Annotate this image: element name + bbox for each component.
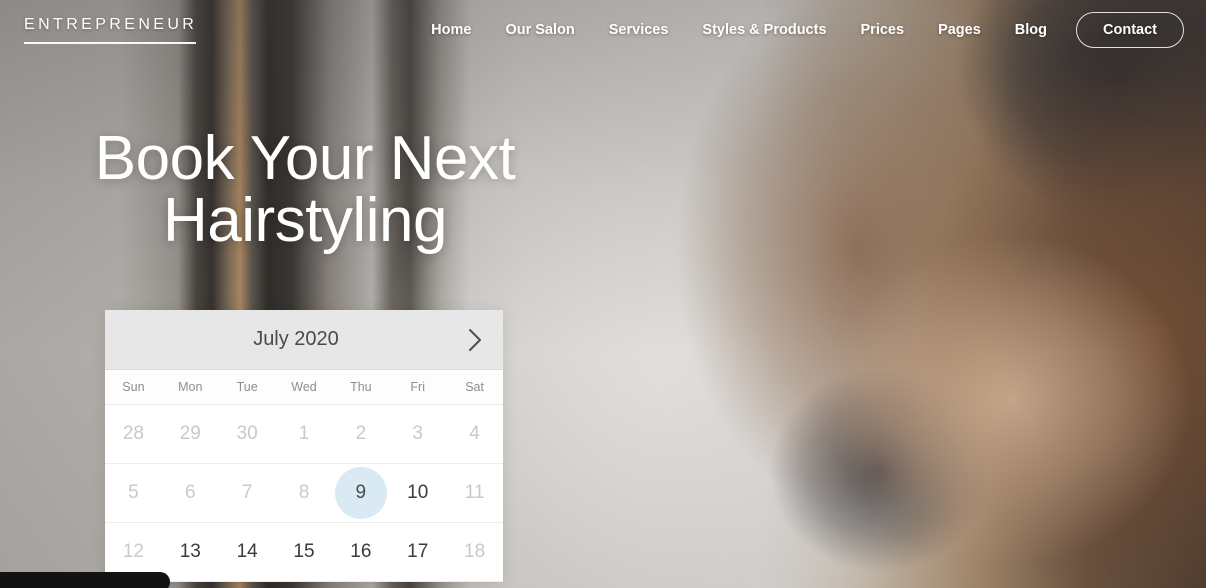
site-header: ENTREPRENEUR Home Our Salon Services Sty… xyxy=(0,0,1206,60)
calendar-day: 1 xyxy=(276,405,333,463)
calendar-day-number: 18 xyxy=(464,541,486,562)
calendar-day-number: 2 xyxy=(355,423,367,444)
calendar-day-number: 17 xyxy=(407,541,429,562)
calendar-day-number: 11 xyxy=(464,482,485,503)
calendar-day-number: 5 xyxy=(128,482,139,503)
calendar-month-label: July 2020 xyxy=(253,328,339,350)
nav-item-blog[interactable]: Blog xyxy=(998,16,1064,44)
calendar-day[interactable]: 15 xyxy=(276,523,333,581)
nav-item-styles-products[interactable]: Styles & Products xyxy=(685,16,843,44)
calendar-day[interactable]: 16 xyxy=(332,523,389,581)
calendar-day-number: 10 xyxy=(407,482,429,503)
calendar-day: 2 xyxy=(332,405,389,463)
main-navigation: Home Our Salon Services Styles & Product… xyxy=(414,12,1184,48)
calendar-day-number: 28 xyxy=(122,423,144,444)
hero-title-line-1: Book Your Next xyxy=(94,124,516,193)
weekday-tue: Tue xyxy=(236,380,258,394)
nav-item-services[interactable]: Services xyxy=(592,16,686,44)
calendar-day: 6 xyxy=(162,464,219,522)
brand-logo[interactable]: ENTREPRENEUR xyxy=(24,15,198,44)
nav-item-pages[interactable]: Pages xyxy=(921,16,998,44)
calendar-day[interactable]: 17 xyxy=(389,523,446,581)
calendar-day-selected[interactable]: 9 xyxy=(332,464,389,522)
calendar-day[interactable]: 10 xyxy=(389,464,446,522)
calendar-day-number: 7 xyxy=(241,482,253,503)
calendar-header: July 2020 xyxy=(105,310,503,370)
calendar-day: 18 xyxy=(446,523,503,581)
calendar-day: 28 xyxy=(105,405,162,463)
calendar-day[interactable]: 14 xyxy=(219,523,276,581)
calendar-day: 8 xyxy=(276,464,333,522)
hero-title-line-2: Hairstyling xyxy=(163,186,447,255)
calendar-week-row: 5 6 7 8 9 10 11 xyxy=(105,464,503,523)
weekday-sat: Sat xyxy=(465,380,484,394)
contact-button[interactable]: Contact xyxy=(1076,12,1184,48)
weekday-sun: Sun xyxy=(122,380,145,394)
brand-underline xyxy=(24,41,196,44)
calendar-day-number: 4 xyxy=(469,423,480,444)
chevron-right-icon[interactable] xyxy=(447,310,503,370)
calendar-day-number: 16 xyxy=(350,541,372,562)
calendar-day-number: 15 xyxy=(293,541,315,562)
calendar-day-number: 14 xyxy=(236,541,258,562)
calendar-day-number: 6 xyxy=(184,482,196,503)
bottom-left-tab[interactable] xyxy=(0,572,170,588)
calendar-day: 7 xyxy=(219,464,276,522)
hero-title: Book Your Next Hairstyling xyxy=(60,128,550,252)
weekday-fri: Fri xyxy=(410,380,425,394)
page-root: ENTREPRENEUR Home Our Salon Services Sty… xyxy=(0,0,1206,588)
calendar-day: 5 xyxy=(105,464,162,522)
calendar-day[interactable]: 13 xyxy=(162,523,219,581)
calendar-day-number: 8 xyxy=(298,482,310,503)
calendar-day-number: 9 xyxy=(334,467,387,519)
calendar-day-number: 3 xyxy=(412,423,423,444)
calendar-day-number: 29 xyxy=(179,423,201,444)
weekday-thu: Thu xyxy=(350,380,372,394)
calendar-day-number: 13 xyxy=(179,541,201,562)
calendar-day: 3 xyxy=(389,405,446,463)
calendar-day-number: 30 xyxy=(236,423,258,444)
booking-calendar: July 2020 Sun Mon Tue Wed Thu Fri Sat 28… xyxy=(105,310,503,582)
calendar-day: 30 xyxy=(219,405,276,463)
calendar-day: 11 xyxy=(446,464,503,522)
calendar-day: 29 xyxy=(162,405,219,463)
nav-item-home[interactable]: Home xyxy=(414,16,488,44)
hero-copy: Book Your Next Hairstyling xyxy=(60,128,550,252)
weekday-mon: Mon xyxy=(178,380,203,394)
calendar-weekday-row: Sun Mon Tue Wed Thu Fri Sat xyxy=(105,370,503,405)
brand-name: ENTREPRENEUR xyxy=(24,15,198,33)
calendar-day-number: 1 xyxy=(298,423,310,444)
nav-item-our-salon[interactable]: Our Salon xyxy=(488,16,591,44)
calendar-day-number: 12 xyxy=(122,541,144,562)
calendar-day: 4 xyxy=(446,405,503,463)
weekday-wed: Wed xyxy=(291,380,317,394)
nav-item-prices[interactable]: Prices xyxy=(844,16,922,44)
calendar-week-row: 28 29 30 1 2 3 4 xyxy=(105,405,503,464)
